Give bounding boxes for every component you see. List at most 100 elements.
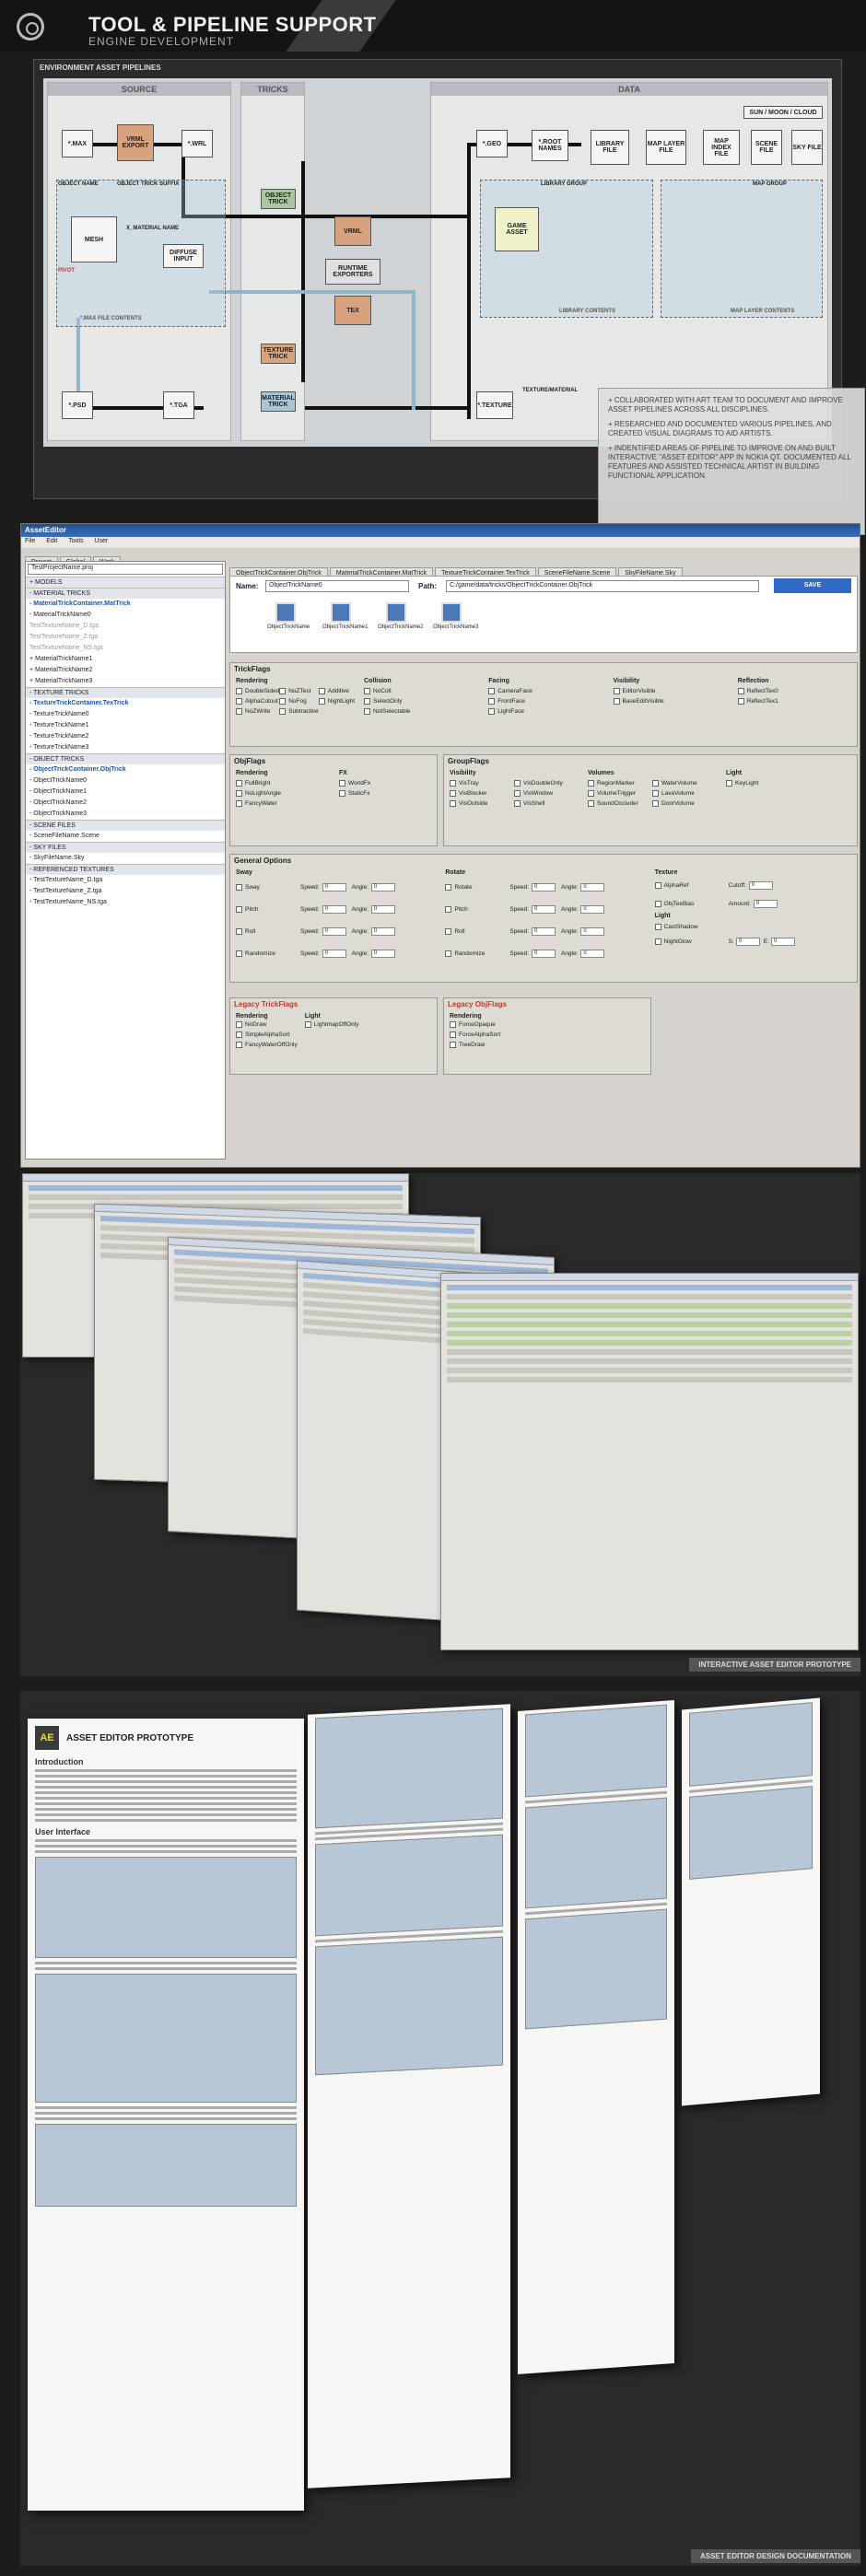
flag-checkbox[interactable]: VolumeTrigger bbox=[588, 788, 652, 798]
angle-input[interactable]: 0 bbox=[371, 882, 396, 892]
flag-checkbox[interactable]: KeyLight bbox=[726, 778, 855, 788]
path-field[interactable]: C:/game/data/tricks/ObjectTrickContainer… bbox=[446, 580, 759, 592]
option-checkbox[interactable] bbox=[445, 905, 452, 913]
flag-checkbox[interactable]: SelectOnly bbox=[364, 696, 479, 706]
thumbnail-item[interactable]: ObjectTrickName bbox=[267, 602, 310, 630]
speed-input[interactable]: 0 bbox=[531, 904, 556, 914]
tree-item[interactable]: - ObjectTrickName2 bbox=[26, 798, 225, 809]
tree-item[interactable]: - TestTextureName_D.tga bbox=[26, 875, 225, 886]
flag-checkbox[interactable]: EditorVisible bbox=[613, 686, 729, 696]
angle-input[interactable]: 0 bbox=[371, 949, 396, 958]
flag-checkbox[interactable]: NightLight bbox=[318, 696, 355, 706]
flag-checkbox[interactable]: LavaVolume bbox=[652, 788, 717, 798]
tree-item[interactable]: - ObjectTrickName1 bbox=[26, 787, 225, 798]
option-checkbox[interactable] bbox=[236, 883, 242, 891]
speed-input[interactable]: 0 bbox=[531, 927, 556, 936]
flag-checkbox[interactable]: LightmapOffOnly bbox=[304, 1020, 358, 1030]
flag-checkbox[interactable]: FullBright bbox=[236, 778, 330, 788]
tree-item[interactable]: - OBJECT TRICKS bbox=[26, 753, 225, 764]
angle-input[interactable]: 0 bbox=[580, 904, 605, 914]
tree-item[interactable]: - ObjectTrickName3 bbox=[26, 809, 225, 820]
tree-item[interactable]: - TestTextureName_Z.tga bbox=[26, 886, 225, 897]
tree-item[interactable]: - TEXTURE TRICKS bbox=[26, 687, 225, 698]
speed-input[interactable]: 0 bbox=[531, 949, 556, 958]
flag-checkbox[interactable]: BaseEditVisible bbox=[613, 696, 729, 706]
speed-input[interactable]: 0 bbox=[531, 882, 556, 892]
tree-item[interactable]: - TextureTrickName0 bbox=[26, 709, 225, 720]
flag-checkbox[interactable]: SimpleAlphaSort bbox=[236, 1030, 298, 1040]
flag-checkbox[interactable]: RegionMarker bbox=[588, 778, 652, 788]
tree-item[interactable]: - MATERIAL TRICKS bbox=[26, 588, 225, 599]
menu-user[interactable]: User bbox=[94, 538, 108, 544]
tree-item[interactable]: TestTextureName_D.tga bbox=[26, 621, 225, 632]
tree-item[interactable]: - TestTextureName_NS.tga bbox=[26, 897, 225, 908]
tree-item[interactable]: TestTextureName_NS.tga bbox=[26, 643, 225, 654]
angle-input[interactable]: 0 bbox=[580, 882, 605, 892]
flag-checkbox[interactable]: WorldFx bbox=[339, 778, 433, 788]
option-checkbox[interactable] bbox=[445, 927, 452, 935]
flag-checkbox[interactable]: VisOutside bbox=[450, 798, 514, 809]
flag-checkbox[interactable]: ForceAlphaSort bbox=[450, 1030, 647, 1040]
tree-item[interactable]: - SkyFileName.Sky bbox=[26, 853, 225, 864]
tree-item[interactable]: - TextureTrickName2 bbox=[26, 731, 225, 742]
save-button[interactable]: SAVE bbox=[774, 578, 851, 593]
flag-checkbox[interactable]: AlphaCutout bbox=[236, 696, 279, 706]
thumbnail-item[interactable]: ObjectTrickName1 bbox=[322, 602, 368, 630]
flag-checkbox[interactable]: VisDoubleOnly bbox=[514, 778, 579, 788]
option-checkbox[interactable] bbox=[236, 950, 242, 957]
flag-checkbox[interactable]: VisShell bbox=[514, 798, 579, 809]
flag-checkbox[interactable]: CameraFace bbox=[488, 686, 603, 696]
thumbnail-item[interactable]: ObjectTrickName3 bbox=[433, 602, 478, 630]
flag-checkbox[interactable]: VisBlocker bbox=[450, 788, 514, 798]
flag-checkbox[interactable]: ReflectTex1 bbox=[737, 696, 853, 706]
name-field[interactable]: ObjectTrickName0 bbox=[265, 580, 409, 592]
tree-item[interactable]: - MaterialTrickContainer.MatTrick bbox=[26, 599, 225, 610]
speed-input[interactable]: 0 bbox=[322, 927, 346, 936]
option-checkbox[interactable] bbox=[654, 938, 661, 945]
menu-file[interactable]: File bbox=[25, 538, 35, 544]
flag-checkbox[interactable]: Subtractive bbox=[279, 706, 319, 717]
option-checkbox[interactable] bbox=[445, 950, 452, 957]
flag-checkbox[interactable]: SoundOccluder bbox=[588, 798, 652, 809]
flag-checkbox[interactable]: FrontFace bbox=[488, 696, 603, 706]
option-checkbox[interactable] bbox=[654, 900, 661, 907]
flag-checkbox[interactable]: DoorVolume bbox=[652, 798, 717, 809]
flag-checkbox[interactable]: NoZTest bbox=[279, 686, 319, 696]
option-checkbox[interactable] bbox=[654, 923, 661, 930]
tree-item[interactable]: - SCENE FILES bbox=[26, 820, 225, 831]
tree-item[interactable]: - TextureTrickContainer.TexTrick bbox=[26, 698, 225, 709]
project-select[interactable]: TestProjectName.proj bbox=[28, 564, 223, 575]
flag-checkbox[interactable]: TreeDraw bbox=[450, 1040, 647, 1050]
tree-item[interactable]: TestTextureName_Z.tga bbox=[26, 632, 225, 643]
s-input[interactable]: 0 bbox=[735, 937, 760, 946]
flag-checkbox[interactable]: Additive bbox=[318, 686, 355, 696]
angle-input[interactable]: 0 bbox=[580, 949, 605, 958]
flag-checkbox[interactable]: ReflectTex0 bbox=[737, 686, 853, 696]
option-checkbox[interactable] bbox=[236, 927, 242, 935]
flag-checkbox[interactable]: NoColl bbox=[364, 686, 479, 696]
angle-input[interactable]: 0 bbox=[371, 927, 396, 936]
flag-checkbox[interactable]: NoZWrite bbox=[236, 706, 279, 717]
flag-checkbox[interactable]: NoFog bbox=[279, 696, 319, 706]
thumbnail-item[interactable]: ObjectTrickName2 bbox=[378, 602, 423, 630]
angle-input[interactable]: 0 bbox=[371, 904, 396, 914]
flag-checkbox[interactable]: FancyWater bbox=[236, 798, 330, 809]
tree-item[interactable]: - TextureTrickName1 bbox=[26, 720, 225, 731]
value-input[interactable]: 0 bbox=[753, 899, 778, 908]
speed-input[interactable]: 0 bbox=[322, 904, 346, 914]
tree-item[interactable]: + MaterialTrickName1 bbox=[26, 654, 225, 665]
tree-item[interactable]: + MODELS bbox=[26, 577, 225, 588]
tree-item[interactable]: - ObjectTrickName0 bbox=[26, 775, 225, 787]
menu-edit[interactable]: Edit bbox=[46, 538, 57, 544]
tree-item[interactable]: - TextureTrickName3 bbox=[26, 742, 225, 753]
angle-input[interactable]: 0 bbox=[580, 927, 605, 936]
speed-input[interactable]: 0 bbox=[322, 882, 346, 892]
flag-checkbox[interactable]: FancyWaterOffOnly bbox=[236, 1040, 298, 1050]
flag-checkbox[interactable]: VisTray bbox=[450, 778, 514, 788]
tree-item[interactable]: + MaterialTrickName2 bbox=[26, 665, 225, 676]
flag-checkbox[interactable]: VisWindow bbox=[514, 788, 579, 798]
flag-checkbox[interactable]: NoLightAngle bbox=[236, 788, 330, 798]
option-checkbox[interactable] bbox=[236, 905, 242, 913]
tree-item[interactable]: - MaterialTrickName0 bbox=[26, 610, 225, 621]
flag-checkbox[interactable]: StaticFx bbox=[339, 788, 433, 798]
